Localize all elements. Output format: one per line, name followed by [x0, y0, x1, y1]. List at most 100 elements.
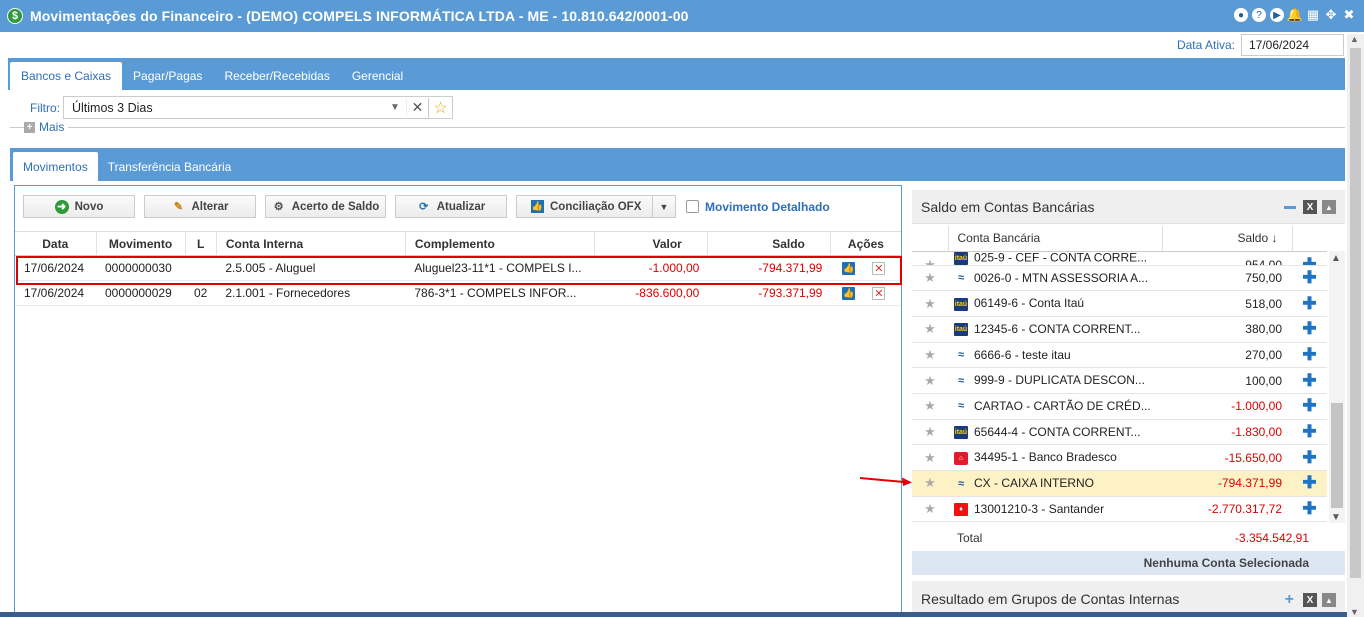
movimento-detalhado-label[interactable]: Movimento Detalhado — [705, 200, 830, 214]
accounts-scrollbar[interactable]: ▲ ▼ — [1329, 251, 1345, 523]
tab-bancos-e-caixas[interactable]: Bancos e Caixas — [10, 62, 123, 90]
add-movement-icon[interactable]: ✚ — [1292, 290, 1327, 317]
play-icon[interactable]: ▶ — [1270, 8, 1284, 22]
favorite-star-icon[interactable]: ★ — [912, 265, 948, 292]
checkbox-box[interactable] — [686, 200, 699, 213]
add-movement-icon[interactable]: ✚ — [1292, 251, 1327, 266]
favorite-star-icon[interactable]: ★ — [912, 251, 948, 266]
active-date-input[interactable]: 17/06/2024 — [1241, 34, 1344, 56]
account-row[interactable]: ★ itaú 12345-6 - CONTA CORRENT... 380,00 ✚ — [912, 316, 1327, 343]
col-saldo-label[interactable]: Saldo — [1237, 231, 1268, 245]
add-movement-icon[interactable]: ✚ — [1292, 419, 1327, 446]
atualizar-button[interactable]: ⟳ Atualizar — [395, 195, 507, 218]
delete-icon[interactable]: ✕ — [872, 287, 886, 301]
dropdown-arrow-icon[interactable]: ▼ — [652, 196, 675, 217]
col-complemento[interactable]: Complemento — [405, 231, 595, 256]
col-saldo[interactable]: Saldo — [707, 231, 831, 256]
pdf-icon[interactable]: ▲ — [1322, 200, 1336, 214]
conciliacao-ofx-button[interactable]: 👍 Conciliação OFX ▼ — [516, 195, 676, 218]
add-movement-icon[interactable]: ✚ — [1292, 367, 1327, 394]
table-row[interactable]: 17/06/2024 0000000030 2.5.005 - Aluguel … — [15, 255, 901, 281]
favorite-star-icon[interactable]: ★ — [912, 496, 948, 523]
no-selection-bar: Nenhuma Conta Selecionada — [912, 551, 1345, 575]
favorite-star-icon[interactable]: ★ — [912, 444, 948, 471]
account-row[interactable]: ★ ≈ CX - CAIXA INTERNO -794.371,99 ✚ — [912, 470, 1327, 497]
favorite-star-icon[interactable]: ★ — [912, 316, 948, 343]
chevron-down-icon[interactable]: ▼ — [384, 102, 406, 113]
add-movement-icon[interactable]: ✚ — [1292, 265, 1327, 292]
movimento-detalhado-checkbox[interactable]: Movimento Detalhado — [686, 195, 830, 218]
col-movimento[interactable]: Movimento — [96, 231, 186, 256]
col-saldo-sort[interactable]: Saldo ↓ — [1162, 226, 1293, 252]
add-movement-icon[interactable]: ✚ — [1292, 393, 1327, 420]
table-row[interactable]: 17/06/2024 0000000029 02 2.1.001 - Forne… — [15, 280, 901, 306]
col-conta-interna[interactable]: Conta Interna — [216, 231, 406, 256]
acerto-saldo-button[interactable]: ⚙ Acerto de Saldo — [265, 195, 386, 218]
novo-button[interactable]: ➜ Novo — [23, 195, 135, 218]
account-row[interactable]: ★ ♦ 13001210-3 - Santander -2.770.317,72 ✚ — [912, 496, 1327, 523]
col-valor[interactable]: Valor — [594, 231, 708, 256]
scroll-thumb[interactable] — [1331, 403, 1343, 508]
minimize-icon[interactable] — [1284, 205, 1296, 209]
alterar-button[interactable]: ✎ Alterar — [144, 195, 256, 218]
mais-label[interactable]: Mais — [39, 120, 64, 134]
page-scrollbar[interactable]: ▲ ▼ — [1347, 34, 1364, 617]
account-row[interactable]: ★ itaú 025-9 - CEF - CONTA CORRE... 954,00 ✚ — [912, 251, 1327, 266]
favorite-star-icon[interactable]: ★ — [912, 290, 948, 317]
favorite-star-icon[interactable]: ★ — [912, 367, 948, 394]
col-conta-bancaria[interactable]: Conta Bancária — [948, 226, 1163, 252]
mais-expander: + Mais — [10, 120, 1345, 134]
excel-icon[interactable]: X — [1303, 200, 1317, 214]
expand-icon[interactable]: ✥ — [1324, 7, 1338, 22]
add-movement-icon[interactable]: ✚ — [1292, 342, 1327, 369]
tab-transferencia-bancaria[interactable]: Transferência Bancária — [98, 152, 242, 181]
scroll-down-icon[interactable]: ▼ — [1331, 512, 1341, 523]
account-row[interactable]: ★ ⌂ 34495-1 - Banco Bradesco -15.650,00 ✚ — [912, 444, 1327, 471]
clear-filter-icon[interactable]: ✕ — [406, 99, 428, 116]
add-movement-icon[interactable]: ✚ — [1292, 470, 1327, 497]
close-icon[interactable]: ✖ — [1342, 7, 1356, 22]
delete-icon[interactable]: ✕ — [872, 262, 886, 276]
account-row[interactable]: ★ ≈ CARTAO - CARTÃO DE CRÉD... -1.000,00 ✚ — [912, 393, 1327, 420]
favorite-star-icon[interactable]: ☆ — [428, 97, 452, 118]
account-saldo: 518,00 — [1162, 290, 1292, 317]
account-row[interactable]: ★ itaú 65644-4 - CONTA CORRENT... -1.830,00… — [912, 419, 1327, 446]
filter-value[interactable]: Últimos 3 Dias — [64, 101, 384, 115]
account-saldo: -1.830,00 — [1162, 419, 1292, 446]
filter-select[interactable]: Últimos 3 Dias ▼ ✕ ☆ — [63, 96, 453, 119]
tab-gerencial[interactable]: Gerencial — [341, 62, 414, 90]
favorite-star-icon[interactable]: ★ — [912, 342, 948, 369]
minimize-circle-icon[interactable]: ● — [1234, 8, 1248, 22]
add-movement-icon[interactable]: ✚ — [1292, 316, 1327, 343]
conciliar-thumbs-up-icon[interactable]: 👍 — [842, 287, 856, 301]
account-row[interactable]: ★ ≈6666-6 - teste itau 270,00 ✚ — [912, 342, 1327, 369]
account-row[interactable]: ★ ≈0026-0 - MTN ASSESSORIA A... 750,00 ✚ — [912, 265, 1327, 292]
mais-toggle[interactable]: + Mais — [24, 120, 69, 134]
favorite-star-icon[interactable]: ★ — [912, 419, 948, 446]
add-icon[interactable]: + — [1285, 591, 1294, 609]
favorite-star-icon[interactable]: ★ — [912, 470, 948, 497]
col-l[interactable]: L — [185, 231, 217, 256]
favorite-star-icon[interactable]: ★ — [912, 393, 948, 420]
sort-down-icon[interactable]: ↓ — [1272, 231, 1278, 245]
scroll-down-icon[interactable]: ▼ — [1350, 607, 1359, 617]
account-row[interactable]: ★ itaú 06149-6 - Conta Itaú 518,00 ✚ — [912, 290, 1327, 317]
excel-icon[interactable]: X — [1303, 593, 1317, 607]
add-movement-icon[interactable]: ✚ — [1292, 444, 1327, 471]
calendar-icon[interactable]: ▦ — [1306, 7, 1320, 22]
add-movement-icon[interactable]: ✚ — [1292, 496, 1327, 523]
tab-pagar-pagas[interactable]: Pagar/Pagas — [122, 62, 213, 90]
account-name: 0026-0 - MTN ASSESSORIA A... — [974, 270, 1149, 285]
tab-movimentos[interactable]: Movimentos — [13, 152, 98, 181]
conciliar-thumbs-up-icon[interactable]: 👍 — [842, 262, 856, 276]
scroll-thumb[interactable] — [1350, 48, 1361, 578]
pdf-icon[interactable]: ▲ — [1322, 593, 1336, 607]
scroll-up-icon[interactable]: ▲ — [1331, 253, 1341, 264]
help-icon[interactable]: ? — [1252, 8, 1266, 22]
bell-icon[interactable]: 🔔 — [1287, 7, 1303, 22]
col-data[interactable]: Data — [15, 231, 97, 256]
tab-receber-recebidas[interactable]: Receber/Recebidas — [213, 62, 340, 90]
expand-plus-icon[interactable]: + — [24, 121, 35, 133]
scroll-up-icon[interactable]: ▲ — [1350, 34, 1359, 44]
account-row[interactable]: ★ ≈999-9 - DUPLICATA DESCON... 100,00 ✚ — [912, 367, 1327, 394]
